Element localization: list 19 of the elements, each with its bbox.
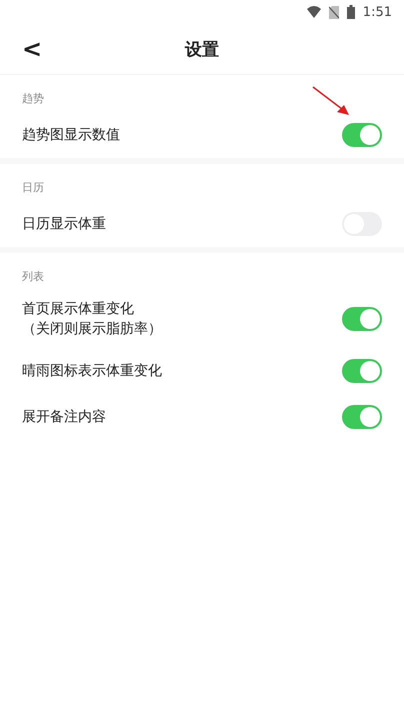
- setting-label: 晴雨图标表示体重变化: [22, 362, 162, 380]
- setting-label: 展开备注内容: [22, 408, 106, 426]
- setting-label: 趋势图显示数值: [22, 126, 120, 144]
- section-header: 列表: [21, 269, 45, 285]
- status-time: 1:51: [362, 4, 392, 20]
- toggle-switch[interactable]: [342, 405, 382, 429]
- section-header: 日历: [21, 180, 45, 196]
- section-header: 趋势: [21, 91, 45, 107]
- toggle-switch[interactable]: [342, 123, 382, 147]
- toggle-switch[interactable]: [342, 307, 382, 331]
- setting-label: 首页展示体重变化: [22, 300, 135, 318]
- wifi-icon: [306, 6, 321, 18]
- no-sim-icon: [328, 6, 339, 18]
- back-button[interactable]: <: [18, 35, 46, 63]
- setting-label: 日历显示体重: [22, 215, 106, 233]
- toggle-switch[interactable]: [342, 359, 382, 383]
- setting-note: （关闭则展示脂肪率）: [22, 320, 162, 338]
- battery-icon: [346, 5, 355, 19]
- page-title: 设置: [185, 38, 219, 60]
